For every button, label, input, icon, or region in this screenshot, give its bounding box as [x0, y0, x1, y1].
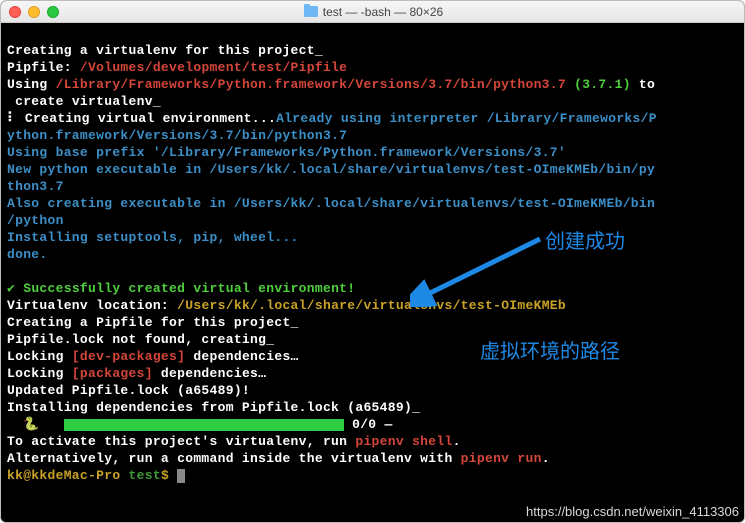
output-info: thon3.7: [7, 179, 64, 194]
output-info: New python executable in /Users/kk/.loca…: [7, 162, 655, 177]
folder-icon: [304, 6, 318, 17]
output-text: .: [542, 451, 550, 466]
python-version: (3.7.1): [566, 77, 631, 92]
output-label: Using: [7, 77, 56, 92]
python-path: /Library/Frameworks/Python.framework/Ver…: [56, 77, 566, 92]
output-line: Creating a virtualenv for this project_: [7, 43, 323, 58]
cursor: [177, 469, 185, 483]
output-text: dependencies…: [185, 349, 298, 364]
command-hint: pipenv run: [461, 451, 542, 466]
close-icon[interactable]: [9, 6, 21, 18]
output-info: Also creating executable in /Users/kk/.l…: [7, 196, 655, 211]
output-line: Pipfile.lock not found, creating_: [7, 332, 274, 347]
command-hint: pipenv shell: [355, 434, 452, 449]
titlebar: test — -bash — 80×26: [1, 1, 744, 23]
output-line: Updated Pipfile.lock (a65489)!: [7, 383, 250, 398]
annotation-venv-path: 虚拟环境的路径: [480, 335, 620, 364]
output-line: Creating a Pipfile for this project_: [7, 315, 299, 330]
window-title: test — -bash — 80×26: [59, 5, 688, 19]
success-line: ✔ Successfully created virtual environme…: [7, 281, 355, 296]
output-line: Installing dependencies from Pipfile.loc…: [7, 400, 420, 415]
snake-icon: 🐍: [7, 417, 64, 432]
watermark: https://blog.csdn.net/weixin_4113306: [526, 504, 739, 519]
terminal-window: test — -bash — 80×26 Creating a virtuale…: [0, 0, 745, 523]
output-label: Locking: [7, 366, 72, 381]
pipfile-path: /Volumes/development/test/Pipfile: [80, 60, 347, 75]
terminal-body[interactable]: Creating a virtualenv for this project_ …: [1, 23, 744, 522]
output-info: Already using interpreter /Library/Frame…: [276, 111, 657, 126]
output-text: to: [631, 77, 655, 92]
minimize-icon[interactable]: [28, 6, 40, 18]
output-info: /python: [7, 213, 64, 228]
output-label: Locking: [7, 349, 72, 364]
progress-bar: [64, 419, 344, 431]
output-info: done.: [7, 247, 48, 262]
output-info: Using base prefix '/Library/Frameworks/P…: [7, 145, 566, 160]
output-label: Virtualenv location:: [7, 298, 177, 313]
output-line: create virtualenv_: [7, 94, 161, 109]
output-label: Pipfile:: [7, 60, 80, 75]
output-text: To activate this project's virtualenv, r…: [7, 434, 355, 449]
prompt-symbol: $: [161, 468, 177, 483]
window-controls: [9, 6, 59, 18]
output-text: Alternatively, run a command inside the …: [7, 451, 461, 466]
output-info: ython.framework/Versions/3.7/bin/python3…: [7, 128, 347, 143]
lock-group: [dev-packages]: [72, 349, 185, 364]
progress-count: 0/0 —: [344, 417, 401, 432]
output-info: Installing setuptools, pip, wheel...: [7, 230, 299, 245]
prompt-user: kk@kkdeMac-Pro: [7, 468, 129, 483]
lock-group: [packages]: [72, 366, 153, 381]
zoom-icon[interactable]: [47, 6, 59, 18]
output-text: .: [453, 434, 461, 449]
output-text: dependencies…: [153, 366, 266, 381]
spinner-text: ⠇ Creating virtual environment...: [7, 111, 276, 126]
venv-location: /Users/kk/.local/share/virtualenvs/test-…: [177, 298, 566, 313]
title-text: test — -bash — 80×26: [323, 5, 443, 19]
prompt-dir: test: [129, 468, 161, 483]
annotation-success: 创建成功: [545, 225, 625, 254]
